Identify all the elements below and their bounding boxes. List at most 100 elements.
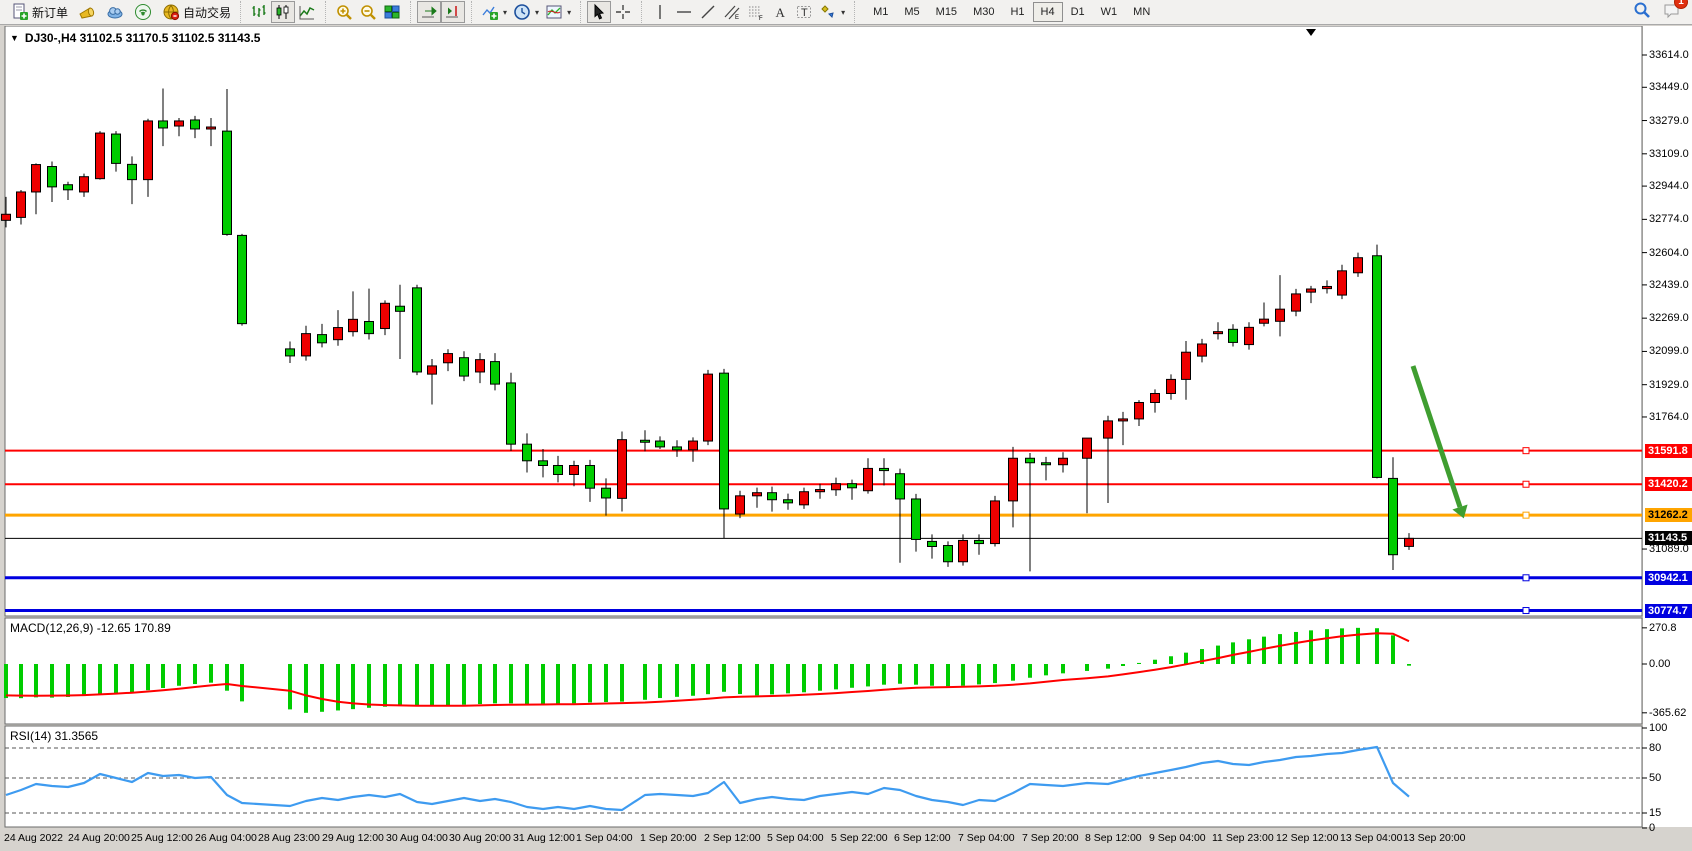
timeframe-button-h1[interactable]: H1 [1002,2,1032,22]
time-axis-label: 12 Sep 12:00 [1276,832,1338,844]
line-anchor-handle[interactable] [1523,512,1529,518]
candle-bearish [223,131,232,234]
candle-bullish [1104,421,1113,438]
price-level-badge: 31591.8 [1645,444,1692,458]
time-axis-label: 24 Aug 20:00 [68,832,130,844]
svg-text:E: E [735,15,739,21]
line-anchor-handle[interactable] [1523,481,1529,487]
candle-bullish [1405,538,1414,546]
candle-bullish [1009,458,1018,501]
line-anchor-handle[interactable] [1523,575,1529,581]
candle-bullish [1119,419,1128,421]
chart-area[interactable]: ▼ DJ30-,H4 31102.5 31170.5 31102.5 31143… [0,26,1692,851]
text-tool-button[interactable]: A [768,1,792,23]
new-order-button-label: 新订单 [32,4,68,21]
price-axis-label: 32944.0 [1649,180,1689,192]
candle-bullish [736,496,745,514]
price-axis-label: 33614.0 [1649,49,1689,61]
chart-shift-button[interactable] [441,1,465,23]
rsi-pane[interactable] [5,726,1642,827]
candle-bearish [554,465,563,474]
news-button[interactable] [75,1,99,23]
auto-trading-button-label: 自动交易 [183,4,231,21]
macd-indicator-label: MACD(12,26,9) -12.65 170.89 [10,621,171,635]
candle-bullish [1354,258,1363,273]
shapes-tool-button-dropdown-caret[interactable]: ▾ [841,8,845,17]
candle-bearish [128,164,137,179]
candle-bearish [396,306,405,311]
timeframe-button-m30[interactable]: M30 [965,2,1002,22]
clock-icon [513,3,531,21]
time-axis-label: 28 Aug 23:00 [258,832,320,844]
zoom-in-button[interactable] [332,1,356,23]
timeframe-button-h4[interactable]: H4 [1033,2,1063,22]
vertical-line-tool-button[interactable] [648,1,672,23]
signals-button[interactable] [131,1,155,23]
timeframe-button-m5[interactable]: M5 [896,2,927,22]
macd-pane[interactable] [5,618,1642,724]
fibo-icon: F [747,3,765,21]
time-axis-label: 1 Sep 20:00 [640,832,697,844]
time-axis-label: 13 Sep 20:00 [1403,832,1465,844]
candle-bearish [191,120,200,129]
candle-bearish [112,134,121,163]
notifications-icon[interactable]: 1 [1662,0,1682,25]
candle-bearish [48,167,57,187]
timeframe-button-d1[interactable]: D1 [1063,2,1093,22]
auto-scroll-button[interactable] [417,1,441,23]
candle-bullish [570,465,579,474]
timeframe-button-mn[interactable]: MN [1125,2,1158,22]
auto-trading-button[interactable]: 自动交易 [159,1,234,23]
time-axis-label: 26 Aug 04:00 [195,832,257,844]
toolbar-separator [325,1,332,23]
zoom-out-button[interactable] [356,1,380,23]
rsi-axis-label: 15 [1649,807,1661,819]
indicators-button[interactable]: ▾ [478,1,510,23]
community-button[interactable] [103,1,127,23]
indicators-button-dropdown-caret[interactable]: ▾ [503,8,507,17]
candle-bearish [365,321,374,333]
periods-button-dropdown-caret[interactable]: ▾ [535,8,539,17]
candlestick-chart-button[interactable] [271,1,295,23]
cursor-tool-button[interactable] [587,1,611,23]
toolbar-separator [410,1,417,23]
price-axis-label: 33279.0 [1649,115,1689,127]
time-axis-label: 30 Aug 04:00 [386,832,448,844]
candle-bullish [1292,294,1301,311]
line-anchor-handle[interactable] [1523,608,1529,614]
periods-button[interactable]: ▾ [510,1,542,23]
macd-axis-label: 0.00 [1649,658,1670,670]
timeframe-button-m15[interactable]: M15 [928,2,965,22]
tile-icon [383,3,401,21]
price-axis-label: 32774.0 [1649,213,1689,225]
candle-bearish [944,546,953,562]
candle-bullish [80,177,89,192]
shapes-tool-button[interactable]: ▾ [816,1,848,23]
candle-bullish [864,468,873,490]
bar-chart-button[interactable] [247,1,271,23]
candle-bearish [523,444,532,461]
timeframe-button-w1[interactable]: W1 [1093,2,1126,22]
time-axis-label: 24 Aug 2022 [4,832,63,844]
horizontal-line-tool-button[interactable] [672,1,696,23]
crosshair-tool-button[interactable] [611,1,635,23]
search-icon[interactable] [1632,0,1652,25]
time-axis-label: 8 Sep 12:00 [1085,832,1142,844]
labelT-icon: T [795,3,813,21]
candle-bullish [1245,327,1254,344]
line-chart-button[interactable] [295,1,319,23]
trendline-tool-button[interactable] [696,1,720,23]
candle-bullish [1151,393,1160,402]
timeframe-button-m1[interactable]: M1 [865,2,896,22]
label-tool-button[interactable]: T [792,1,816,23]
templates-button[interactable]: ▾ [542,1,574,23]
tile-windows-button[interactable] [380,1,404,23]
fibonacci-tool-button[interactable]: F [744,1,768,23]
new-order-button[interactable]: 新订单 [8,1,71,23]
equidistant-channel-tool-button[interactable]: E [720,1,744,23]
chart-canvas[interactable] [0,26,1692,851]
line-anchor-handle[interactable] [1523,448,1529,454]
zoomout-icon [359,3,377,21]
chevron-down-icon[interactable]: ▼ [10,33,19,43]
templates-button-dropdown-caret[interactable]: ▾ [567,8,571,17]
